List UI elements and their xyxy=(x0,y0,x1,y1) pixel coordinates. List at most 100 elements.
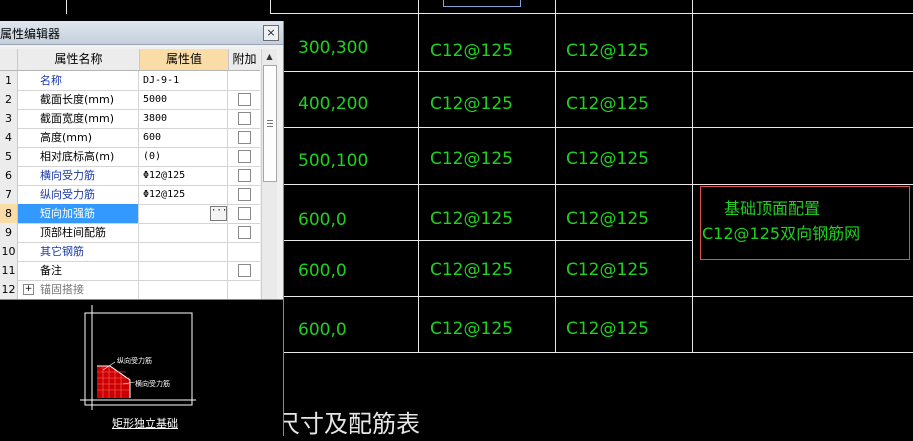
property-value[interactable]: (0) xyxy=(140,147,228,166)
extra-checkbox[interactable] xyxy=(238,207,251,220)
top-toolbar-field[interactable] xyxy=(443,0,521,7)
cad-grid-line xyxy=(418,0,419,352)
property-name: 备注 xyxy=(18,261,139,280)
cad-grid-line xyxy=(270,127,913,128)
cad-size-cell: 300,300 xyxy=(298,38,369,58)
extra-cell xyxy=(229,204,260,223)
property-value[interactable] xyxy=(140,242,228,261)
extra-cell xyxy=(229,71,260,90)
table-row[interactable]: 1 名称 DJ-9-1 xyxy=(0,71,260,91)
row-number: 11 xyxy=(0,261,18,280)
property-name-text: 锚固搭接 xyxy=(40,283,84,296)
extra-header: 附加 xyxy=(229,49,260,71)
property-name: 名称 xyxy=(18,71,139,90)
cad-size-cell: 600,0 xyxy=(298,261,347,281)
cad-size-cell: 600,0 xyxy=(298,320,347,340)
extra-checkbox[interactable] xyxy=(238,150,251,163)
table-row[interactable]: 2 截面长度(mm) 5000 xyxy=(0,90,260,110)
property-value[interactable]: 5000 xyxy=(140,90,228,109)
cad-rebar-cell: C12@125 xyxy=(430,209,513,229)
property-value[interactable]: ··· xyxy=(140,204,228,223)
table-row[interactable]: 4 高度(mm) 600 xyxy=(0,128,260,148)
property-value[interactable]: 600 xyxy=(140,128,228,147)
cad-size-cell: 600,0 xyxy=(298,210,347,230)
extra-cell xyxy=(229,90,260,109)
row-number: 3 xyxy=(0,109,18,128)
cad-note-line: 基础顶面配置 xyxy=(724,199,821,218)
component-preview: 纵向受力筋 横向受力筋 矩形独立基础 xyxy=(0,299,283,437)
extra-cell xyxy=(229,185,260,204)
property-value[interactable] xyxy=(140,223,228,242)
cad-rebar-cell: C12@125 xyxy=(430,319,513,339)
property-value[interactable]: DJ-9-1 xyxy=(140,71,228,90)
property-name: 顶部柱间配筋 xyxy=(18,223,139,242)
table-row[interactable]: 6 横向受力筋 Φ12@125 xyxy=(0,166,260,186)
cad-rebar-cell: C12@125 xyxy=(566,149,649,169)
row-number-header xyxy=(0,49,18,71)
property-name: + 锚固搭接 xyxy=(18,280,139,299)
extra-checkbox[interactable] xyxy=(238,264,251,277)
row-number: 6 xyxy=(0,166,18,185)
thumb-grip xyxy=(267,123,273,124)
cad-rebar-cell: C12@125 xyxy=(566,41,649,61)
property-value[interactable] xyxy=(140,280,228,299)
table-row[interactable]: 12 + 锚固搭接 xyxy=(0,280,260,300)
table-row[interactable]: 9 顶部柱间配筋 xyxy=(0,223,260,243)
cad-rebar-cell: C12@125 xyxy=(566,260,649,280)
row-number: 7 xyxy=(0,185,18,204)
extra-checkbox[interactable] xyxy=(238,131,251,144)
panel-title: 属性编辑器 xyxy=(0,27,61,41)
cad-rebar-cell: C12@125 xyxy=(430,41,513,61)
row-number: 10 xyxy=(0,242,18,261)
extra-checkbox[interactable] xyxy=(238,169,251,182)
table-row[interactable]: 10 其它钢筋 xyxy=(0,242,260,262)
row-number: 1 xyxy=(0,71,18,90)
scroll-up-arrow-icon[interactable]: ▲ xyxy=(263,50,276,63)
browse-button[interactable]: ··· xyxy=(210,206,227,221)
property-value[interactable]: Φ12@125 xyxy=(140,166,228,185)
scrollbar-thumb[interactable] xyxy=(263,65,277,182)
cad-grid-line xyxy=(270,71,913,72)
property-name: 高度(mm) xyxy=(18,128,139,147)
table-row[interactable]: 7 纵向受力筋 Φ12@125 xyxy=(0,185,260,205)
panel-titlebar[interactable]: 属性编辑器 × xyxy=(0,21,283,45)
cad-rebar-cell: C12@125 xyxy=(430,94,513,114)
row-number: 4 xyxy=(0,128,18,147)
extra-checkbox[interactable] xyxy=(238,93,251,106)
extra-cell xyxy=(229,109,260,128)
preview-label-transverse: 横向受力筋 xyxy=(135,380,170,388)
property-value[interactable] xyxy=(140,261,228,280)
extra-checkbox[interactable] xyxy=(238,188,251,201)
extra-cell xyxy=(229,147,260,166)
property-value[interactable]: Φ12@125 xyxy=(140,185,228,204)
property-value-header: 属性值 xyxy=(140,49,229,71)
property-name: 其它钢筋 xyxy=(18,242,139,261)
vertical-scrollbar[interactable]: ▲ ▼ xyxy=(261,49,277,319)
property-name: 纵向受力筋 xyxy=(18,185,139,204)
table-row[interactable]: 11 备注 xyxy=(0,261,260,281)
property-name: 相对底标高(m) xyxy=(18,147,139,166)
thumb-grip xyxy=(267,126,273,127)
property-name-header: 属性名称 xyxy=(18,49,140,71)
row-number: 9 xyxy=(0,223,18,242)
expand-icon[interactable]: + xyxy=(23,284,34,295)
property-name: 截面宽度(mm) xyxy=(18,109,139,128)
table-row[interactable]: 5 相对底标高(m) (0) xyxy=(0,147,260,167)
row-number: 2 xyxy=(0,90,18,109)
property-name: 横向受力筋 xyxy=(18,166,139,185)
extra-checkbox[interactable] xyxy=(238,112,251,125)
table-row-selected[interactable]: 8 短向加强筋 ··· xyxy=(0,204,260,224)
table-row[interactable]: 3 截面宽度(mm) 3800 xyxy=(0,109,260,129)
extra-checkbox[interactable] xyxy=(238,226,251,239)
cad-rebar-cell: C12@125 xyxy=(566,319,649,339)
thumb-grip xyxy=(267,120,273,121)
property-value[interactable]: 3800 xyxy=(140,109,228,128)
property-grid: 属性名称 属性值 附加 1 名称 DJ-9-1 2 截面长度(mm) 5000 … xyxy=(0,49,260,319)
cad-grid-line xyxy=(270,352,913,353)
property-editor-panel: 属性编辑器 × 属性名称 属性值 附加 1 名称 DJ-9-1 2 截面长度(m… xyxy=(0,21,284,437)
cad-note-line: C12@125双向钢筋网 xyxy=(702,224,861,243)
property-name: 短向加强筋 xyxy=(18,204,139,223)
cad-rebar-cell: C12@125 xyxy=(430,149,513,169)
cad-table-title: 尺寸及配筋表 xyxy=(276,410,420,438)
close-button[interactable]: × xyxy=(263,25,279,41)
